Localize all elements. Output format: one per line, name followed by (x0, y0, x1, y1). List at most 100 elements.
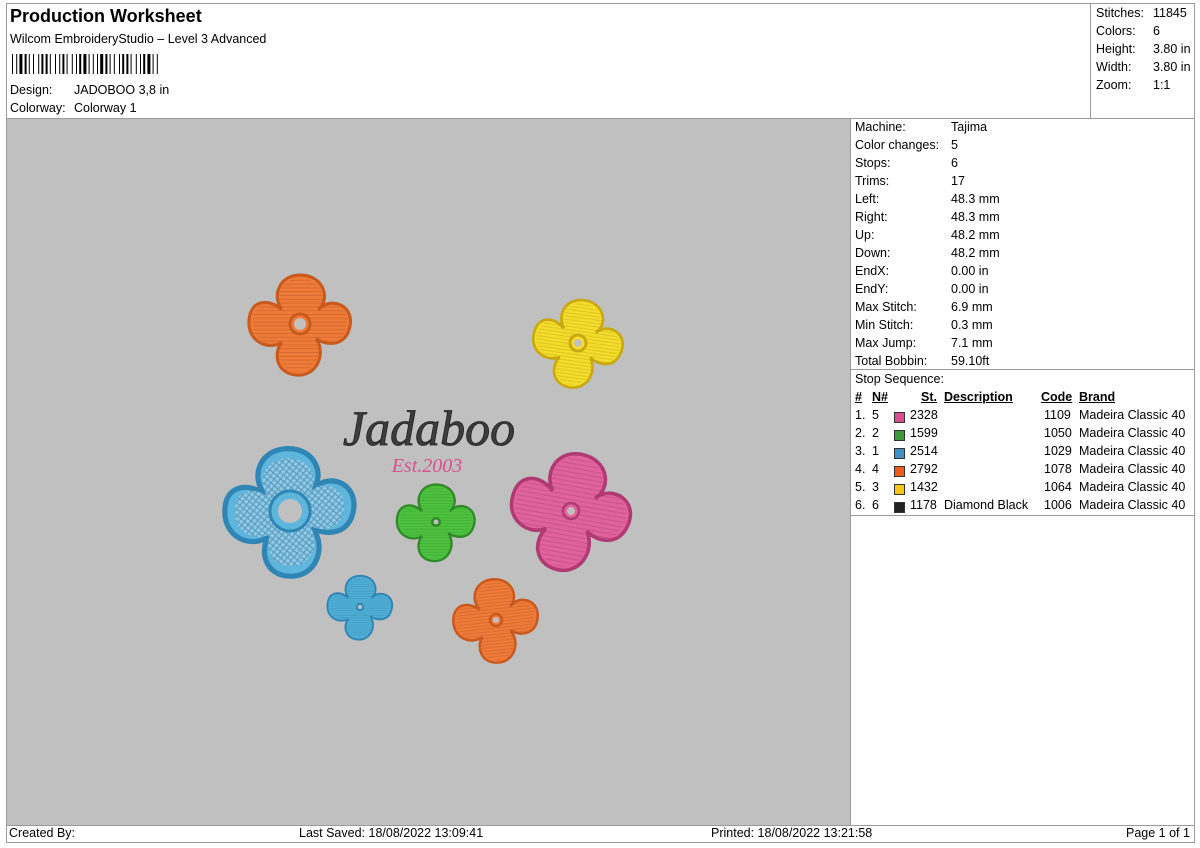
stat-label: Stops: (855, 156, 891, 170)
stat-label: Right: (855, 210, 888, 224)
cell-n: 3 (872, 480, 879, 494)
cell-code: 1109 (1044, 408, 1071, 422)
stat-value: 0.00 in (951, 282, 989, 296)
embroidery-design: Jadaboo Est.2003 (7, 273, 642, 669)
barcode-icon (12, 54, 158, 74)
design-text-est: Est.2003 (391, 455, 463, 477)
cell-code: 1078 (1044, 462, 1072, 476)
stat-label: Total Bobbin: (855, 354, 928, 368)
created-by: Created By: (9, 826, 76, 840)
flower-orange-small (448, 573, 544, 669)
summary-divider (1090, 3, 1091, 118)
cell-st: 2328 (910, 408, 938, 422)
page-number: Page 1 of 1 (1126, 826, 1190, 840)
col-description: Description (944, 390, 1013, 404)
stat-label: Min Stitch: (855, 318, 914, 332)
stat-value: 17 (951, 174, 965, 188)
color-swatch (894, 466, 905, 477)
design-preview: Jadaboo Est.2003 (7, 119, 850, 825)
cell-st: 1432 (910, 480, 938, 494)
panel-divider (850, 118, 851, 825)
color-swatch (894, 448, 905, 459)
stat-label: Machine: (855, 120, 906, 134)
col-brand: Brand (1079, 390, 1116, 404)
cell-n: 6 (872, 498, 879, 512)
cell-brand: Madeira Classic 40 (1079, 462, 1186, 476)
stat-value: 0.3 mm (951, 318, 993, 332)
colors-label: Colors: (1096, 24, 1136, 38)
stat-value: 0.00 in (951, 264, 989, 278)
cell-brand: Madeira Classic 40 (1079, 426, 1186, 440)
cell-num: 2. (855, 426, 866, 440)
stat-value: 48.3 mm (951, 192, 1000, 206)
cell-code: 1029 (1044, 444, 1072, 458)
cell-n: 2 (872, 426, 879, 440)
stat-value: 59.10ft (951, 354, 990, 368)
stat-label: Max Jump: (855, 336, 917, 350)
cell-num: 6. (855, 498, 866, 512)
width-label: Width: (1096, 60, 1132, 74)
cell-n: 4 (872, 462, 879, 476)
height-value: 3.80 in (1153, 42, 1191, 56)
design-value: JADOBOO 3,8 in (74, 83, 170, 97)
stop-sequence-title: Stop Sequence: (855, 372, 944, 386)
flower-orange-large (247, 273, 353, 377)
col-num: # (855, 390, 862, 404)
software-name: Wilcom EmbroideryStudio – Level 3 Advanc… (10, 32, 267, 46)
stitches-label: Stitches: (1096, 6, 1144, 20)
stat-label: Up: (855, 228, 875, 242)
col-st: St. (921, 390, 937, 404)
color-swatch (894, 430, 905, 441)
cell-code: 1064 (1044, 480, 1072, 494)
zoom-value: 1:1 (1153, 78, 1171, 92)
stat-label: Down: (855, 246, 891, 260)
stat-value: 6 (951, 156, 958, 170)
height-label: Height: (1096, 42, 1136, 56)
cell-st: 2514 (910, 444, 938, 458)
stats-divider (850, 369, 1195, 370)
stat-label: Max Stitch: (855, 300, 917, 314)
cell-brand: Madeira Classic 40 (1079, 498, 1186, 512)
cell-code: 1050 (1044, 426, 1072, 440)
colorway-value: Colorway 1 (74, 101, 137, 115)
color-swatch (894, 484, 905, 495)
flower-green (395, 483, 476, 563)
col-code: Code (1041, 390, 1073, 404)
cell-num: 3. (855, 444, 866, 458)
sequence-divider (850, 515, 1195, 516)
footer-divider (6, 825, 1195, 826)
color-swatch (894, 502, 905, 513)
cell-code: 1006 (1044, 498, 1072, 512)
stat-value: 48.3 mm (951, 210, 1000, 224)
zoom-label: Zoom: (1096, 78, 1132, 92)
cell-st: 1599 (910, 426, 938, 440)
flower-yellow (525, 292, 630, 396)
stat-label: Left: (855, 192, 880, 206)
stat-value: 5 (951, 138, 958, 152)
cell-num: 5. (855, 480, 866, 494)
cell-brand: Madeira Classic 40 (1079, 408, 1186, 422)
cell-num: 1. (855, 408, 866, 422)
flower-pink (499, 442, 642, 583)
stat-value: 48.2 mm (951, 246, 1000, 260)
stat-label: EndY: (855, 282, 889, 296)
stat-label: Trims: (855, 174, 890, 188)
stat-label: Color changes: (855, 138, 940, 152)
design-text-jadaboo: Jadaboo (343, 400, 515, 456)
color-swatch (894, 412, 905, 423)
page-title: Production Worksheet (10, 6, 202, 26)
last-saved: Last Saved: 18/08/2022 13:09:41 (299, 826, 484, 840)
stat-label: EndX: (855, 264, 890, 278)
printed-date: Printed: 18/08/2022 13:21:58 (711, 826, 873, 840)
cell-brand: Madeira Classic 40 (1079, 444, 1186, 458)
stitches-value: 11845 (1153, 6, 1187, 20)
cell-n: 5 (872, 408, 879, 422)
cell-num: 4. (855, 462, 866, 476)
cell-st: 2792 (910, 462, 938, 476)
flower-blue-small (326, 574, 394, 641)
cell-brand: Madeira Classic 40 (1079, 480, 1186, 494)
stat-value: Tajima (951, 120, 988, 134)
stat-value: 6.9 mm (951, 300, 993, 314)
cell-desc: Diamond Black (944, 498, 1029, 512)
stat-value: 7.1 mm (951, 336, 993, 350)
